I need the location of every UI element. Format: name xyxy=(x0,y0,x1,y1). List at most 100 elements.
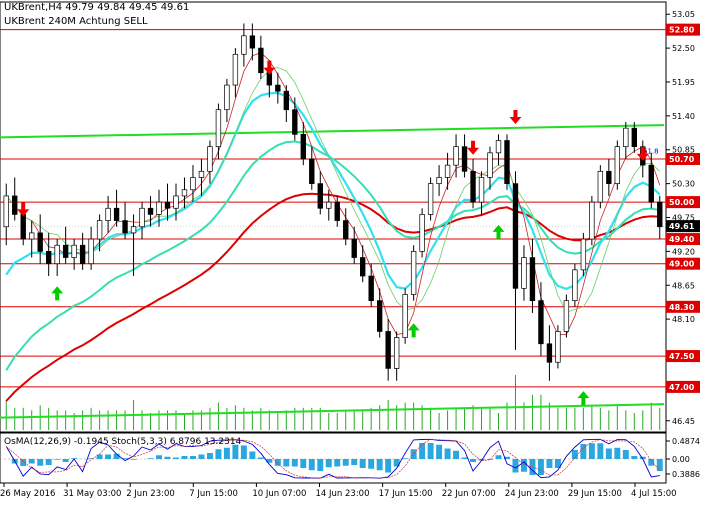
level-tag-label: 49.40 xyxy=(669,235,695,244)
candle-body xyxy=(173,195,179,209)
candle-body xyxy=(529,257,536,302)
candle-body xyxy=(54,244,60,265)
osma-bar xyxy=(368,459,375,469)
candle-body xyxy=(20,214,26,240)
chart-window[interactable]: 61.8 53.05 52.50 51.95 51.40 50.85 50.30 49.75… xyxy=(0,0,702,501)
osma-bar xyxy=(402,458,409,459)
candle-body xyxy=(232,53,239,86)
osma-bar xyxy=(546,459,553,468)
candle-body xyxy=(207,146,213,172)
time-tick-label: 31 May 03:00 xyxy=(63,489,121,499)
candle-body xyxy=(258,47,264,74)
candle-body xyxy=(215,109,222,148)
osma-bar xyxy=(54,459,61,460)
osma-bar xyxy=(308,459,315,471)
candle-body xyxy=(29,232,35,240)
osma-bar xyxy=(249,451,256,459)
osma-bar xyxy=(605,448,612,459)
candle-body xyxy=(521,257,527,289)
indicator-tick-label: 0.00 xyxy=(672,455,690,464)
osma-bar xyxy=(656,459,663,471)
time-tick-label: 29 Jun 15:00 xyxy=(568,489,622,499)
current-price-label: 49.61 xyxy=(669,222,695,231)
candle-body xyxy=(487,152,493,178)
candle-body xyxy=(139,207,145,228)
osma-bar xyxy=(520,459,527,472)
price-tick-label: 51.95 xyxy=(672,78,695,87)
candle-body xyxy=(317,183,323,209)
osma-bar xyxy=(62,459,69,462)
indicator-header: UKBrent 240M Achtung SELL xyxy=(4,16,148,27)
candle-body xyxy=(360,257,366,277)
osma-bar xyxy=(470,459,477,462)
indicator-label: OsMA(12,26,9) -0.1945 Stoch(5,3,3) 6.879… xyxy=(4,437,242,447)
osma-bar xyxy=(410,449,417,459)
candle-body xyxy=(606,170,612,184)
symbol-header: UKBrent,H4 49.79 49.84 49.45 49.61 xyxy=(4,2,190,13)
candle-body xyxy=(563,300,570,332)
time-tick-label: 4 Jul 15:00 xyxy=(631,489,677,499)
osma-bar xyxy=(198,454,205,459)
osma-bar xyxy=(588,443,595,459)
price-tick-label: 49.20 xyxy=(672,247,695,256)
osma-bar xyxy=(156,455,162,459)
candle-body xyxy=(190,177,196,191)
price-tick-label: 48.10 xyxy=(672,315,695,324)
osma-bar xyxy=(28,459,35,464)
candle-body xyxy=(444,164,451,178)
time-tick-label: 22 Jun 07:00 xyxy=(442,489,496,499)
candle-body xyxy=(283,90,290,111)
candle-body xyxy=(224,84,230,111)
time-tick-label: 14 Jun 23:00 xyxy=(316,489,370,499)
candle-body xyxy=(402,294,408,338)
candle-body xyxy=(181,189,188,197)
price-tick-label: 53.05 xyxy=(672,10,695,19)
candle-body xyxy=(164,201,171,209)
osma-bar xyxy=(300,459,307,468)
candle-body xyxy=(393,337,400,369)
candle-body xyxy=(470,170,476,203)
osma-bar xyxy=(181,456,188,459)
candle-body xyxy=(156,201,162,215)
candle-body xyxy=(495,140,502,154)
candle-body xyxy=(614,146,621,184)
candle-body xyxy=(292,109,298,135)
level-tag-label: 50.70 xyxy=(669,155,695,164)
osma-bar xyxy=(631,456,638,459)
osma-bar xyxy=(495,455,502,459)
osma-bar xyxy=(427,443,434,459)
candle-body xyxy=(105,207,111,221)
level-tag-label: 48.30 xyxy=(669,303,695,312)
level-tag-label: 47.00 xyxy=(669,383,695,392)
price-tick-label: 48.65 xyxy=(672,281,695,290)
time-tick-label: 26 May 2016 xyxy=(0,489,55,499)
candle-body xyxy=(589,201,595,240)
osma-bar xyxy=(436,444,443,459)
candle-body xyxy=(300,133,306,160)
osma-bar xyxy=(274,459,281,466)
osma-bar xyxy=(105,454,112,459)
candle-body xyxy=(410,251,417,295)
price-chart[interactable]: 61.8 53.0552.5051.9551.4050.8550.3049.75… xyxy=(0,0,702,501)
candle-body xyxy=(436,177,442,184)
candle-body xyxy=(631,127,637,148)
osma-bar xyxy=(317,459,324,471)
candle-body xyxy=(648,164,654,203)
osma-bar xyxy=(622,450,629,459)
candle-body xyxy=(461,146,468,172)
osma-bar xyxy=(648,459,655,466)
candle-body xyxy=(71,244,77,258)
candle-body xyxy=(62,244,69,258)
candle-body xyxy=(241,35,247,55)
candle-body xyxy=(538,300,544,345)
osma-bar xyxy=(597,443,604,459)
candle-body xyxy=(198,170,205,178)
candle-body xyxy=(597,170,604,203)
time-tick-label: 2 Jun 23:00 xyxy=(126,489,175,499)
osma-bar xyxy=(257,457,264,459)
osma-bar xyxy=(130,459,137,460)
indicator-tick-label: 0.4874 xyxy=(672,437,700,446)
osma-bar xyxy=(189,456,196,459)
candle-body xyxy=(546,343,553,363)
osma-bar xyxy=(283,459,290,467)
